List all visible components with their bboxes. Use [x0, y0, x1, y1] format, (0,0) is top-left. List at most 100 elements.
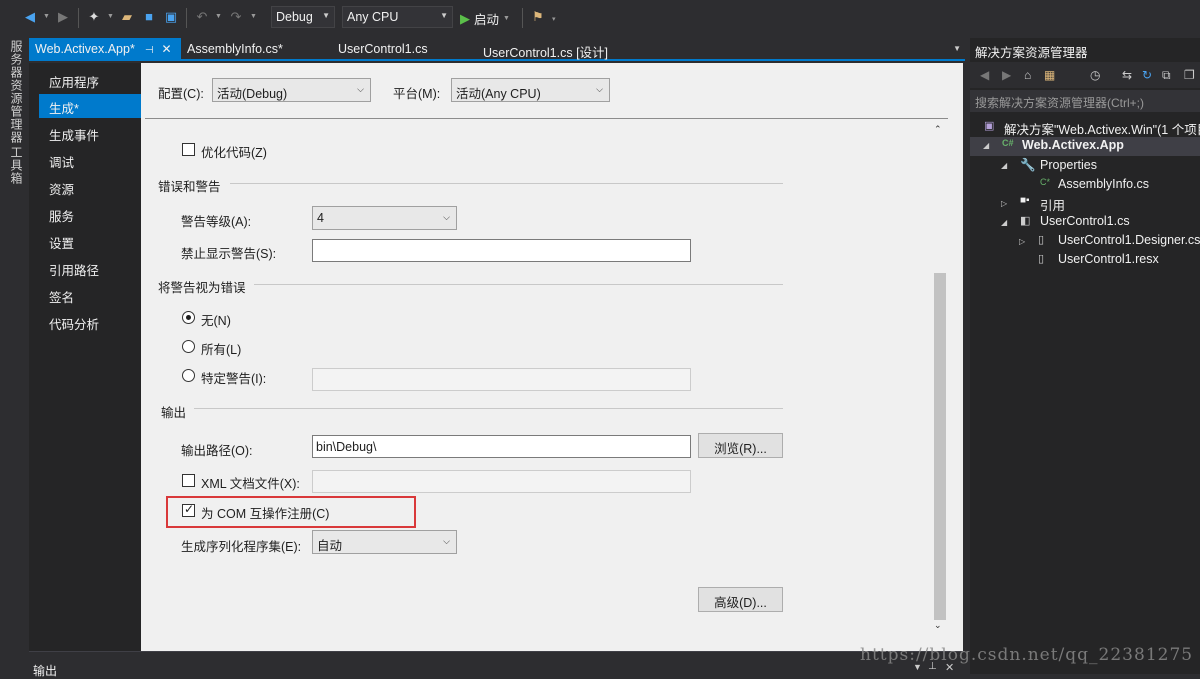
- tree-solution[interactable]: 解决方案"Web.Activex.Win"(1 个项目): [1004, 119, 1200, 138]
- main-toolbar: ◀ ▼ ▶ ✦ ▼ ▰ ■ ▣ ↶ ▼ ↷ ▼ Debug ▼ Any CPU …: [0, 0, 1200, 36]
- content-scrollbar[interactable]: ⌃ ⌄: [931, 120, 948, 640]
- collapsed-arrow-icon[interactable]: ▷: [1019, 237, 1025, 246]
- tree-assemblyinfo[interactable]: AssemblyInfo.cs: [1058, 177, 1149, 191]
- back-icon[interactable]: ◀: [980, 68, 989, 82]
- back-icon[interactable]: ◀: [22, 9, 38, 25]
- output-path-label: 输出路径(O):: [181, 444, 253, 458]
- com-interop-checkbox[interactable]: [182, 502, 195, 517]
- advanced-button[interactable]: 高级(D)...: [698, 587, 783, 612]
- tree-usercontrol1[interactable]: UserControl1.cs: [1040, 214, 1130, 228]
- serialization-select[interactable]: 自动 ⌵: [312, 530, 457, 554]
- solution-search-input[interactable]: 搜索解决方案资源管理器(Ctrl+;): [970, 90, 1200, 112]
- platform-combo[interactable]: Any CPU ▼: [342, 6, 453, 28]
- collapse-all-icon[interactable]: ⧉: [1162, 68, 1171, 83]
- tab-web-activex-app[interactable]: Web.Activex.App* ⊣ ✕: [29, 38, 181, 61]
- solution-icon: ▣: [984, 120, 995, 132]
- csharp-file-icon: C*: [1040, 177, 1051, 187]
- platform-select[interactable]: 活动(Any CPU) ⌵: [451, 78, 610, 102]
- undo-dropdown-icon[interactable]: ▼: [215, 13, 222, 20]
- warning-level-select[interactable]: 4 ⌵: [312, 206, 457, 230]
- nav-item-build[interactable]: 生成*: [39, 94, 151, 118]
- usercontrol-icon: ◧: [1020, 215, 1031, 227]
- browse-button[interactable]: 浏览(R)...: [698, 433, 783, 458]
- redo-dropdown-icon[interactable]: ▼: [250, 13, 257, 20]
- scroll-up-icon[interactable]: ⌃: [934, 124, 942, 135]
- serialization-value: 自动: [317, 539, 343, 553]
- tree-resx[interactable]: UserControl1.resx: [1058, 252, 1159, 266]
- output-path-input[interactable]: bin\Debug\: [312, 435, 691, 458]
- tab-assemblyinfo[interactable]: AssemblyInfo.cs*: [181, 38, 289, 61]
- watermark: https://blog.csdn.net/qq_22381275: [860, 645, 1194, 665]
- nav-item-code-analysis[interactable]: 代码分析: [39, 310, 129, 334]
- optimize-code-checkbox[interactable]: [182, 143, 195, 156]
- pin-icon[interactable]: ⊣: [145, 45, 154, 56]
- config-select[interactable]: 活动(Debug) ⌵: [212, 78, 371, 102]
- forward-icon[interactable]: ▶: [55, 9, 71, 25]
- refresh-icon[interactable]: ↻: [1142, 68, 1152, 82]
- forward-icon[interactable]: ▶: [1002, 68, 1011, 82]
- back-dropdown-icon[interactable]: ▼: [43, 13, 50, 20]
- tab-label: UserControl1.cs [设计]: [483, 46, 609, 60]
- sync-icon[interactable]: ⇆: [1122, 68, 1132, 82]
- suppress-warnings-input[interactable]: [312, 239, 691, 262]
- treat-all-label: 所有(L): [201, 343, 242, 357]
- treat-none-radio[interactable]: [182, 311, 195, 324]
- tab-label: UserControl1.cs: [338, 42, 428, 56]
- configuration-combo[interactable]: Debug ▼: [271, 6, 335, 28]
- redo-icon[interactable]: ↷: [228, 9, 244, 25]
- xml-doc-checkbox[interactable]: [182, 474, 195, 487]
- nav-item-resources[interactable]: 资源: [39, 175, 129, 199]
- com-interop-label: 为 COM 互操作注册(C): [201, 507, 330, 521]
- toolbar-overflow-icon[interactable]: ▾: [552, 15, 556, 23]
- expanded-arrow-icon[interactable]: ◢: [1001, 218, 1007, 227]
- collapsed-arrow-icon[interactable]: ▷: [1001, 199, 1007, 208]
- config-select-value: 活动(Debug): [217, 87, 288, 101]
- start-button[interactable]: ▶ 启动 ▼: [460, 9, 510, 28]
- tree-project-row[interactable]: ◢ C# Web.Activex.App: [970, 137, 1200, 156]
- toolbox-tab[interactable]: 工具箱: [8, 146, 25, 185]
- output-section-title: 输出: [161, 406, 187, 420]
- references-icon: ■▪: [1020, 195, 1030, 206]
- resx-file-icon: ▯: [1038, 253, 1045, 265]
- find-in-files-icon[interactable]: ⚑: [530, 9, 546, 25]
- output-panel-title[interactable]: 输出: [33, 662, 57, 679]
- treat-all-radio[interactable]: [182, 340, 195, 353]
- tab-usercontrol1-design[interactable]: UserControl1.cs [设计]: [477, 38, 614, 61]
- tree-designer[interactable]: UserControl1.Designer.cs: [1058, 233, 1200, 247]
- scroll-thumb[interactable]: [934, 273, 946, 620]
- pending-changes-icon[interactable]: ◷: [1090, 68, 1100, 82]
- close-icon[interactable]: ✕: [162, 42, 172, 56]
- scroll-down-icon[interactable]: ⌄: [934, 620, 942, 631]
- expanded-arrow-icon[interactable]: ◢: [1001, 161, 1007, 170]
- undo-icon[interactable]: ↶: [194, 9, 210, 25]
- new-project-icon[interactable]: ✦: [86, 9, 102, 25]
- new-project-dropdown-icon[interactable]: ▼: [107, 13, 114, 20]
- section-divider: [254, 284, 783, 285]
- nav-item-settings[interactable]: 设置: [39, 229, 129, 253]
- save-icon[interactable]: ■: [141, 9, 157, 25]
- copy-icon[interactable]: ❐: [1184, 68, 1195, 82]
- nav-item-application[interactable]: 应用程序: [39, 68, 129, 92]
- treat-specific-radio[interactable]: [182, 369, 195, 382]
- chevron-down-icon: ▼: [322, 11, 330, 20]
- tree-properties[interactable]: Properties: [1040, 158, 1097, 172]
- home-icon[interactable]: ⌂: [1024, 68, 1031, 82]
- solution-explorer: 解决方案资源管理器 ◀ ▶ ⌂ ▦ ◷ ⇆ ↻ ⧉ ❐ 搜索解决方案资源管理器(…: [970, 38, 1200, 674]
- csharp-project-icon: C#: [1002, 138, 1014, 148]
- nav-item-services[interactable]: 服务: [39, 202, 129, 226]
- nav-item-build-events[interactable]: 生成事件: [39, 121, 129, 145]
- start-dropdown-icon[interactable]: ▼: [503, 15, 510, 22]
- switch-views-icon[interactable]: ▦: [1044, 68, 1055, 82]
- expanded-arrow-icon[interactable]: ◢: [983, 141, 989, 150]
- tab-usercontrol1-cs[interactable]: UserControl1.cs: [332, 38, 434, 61]
- server-explorer-tab[interactable]: 服务器资源管理器: [8, 40, 25, 144]
- open-folder-icon[interactable]: ▰: [119, 9, 135, 25]
- save-all-icon[interactable]: ▣: [163, 9, 179, 25]
- treat-specific-label: 特定警告(I):: [201, 372, 267, 386]
- tree-references[interactable]: 引用: [1040, 195, 1065, 214]
- xml-doc-input: [312, 470, 691, 493]
- nav-item-signing[interactable]: 签名: [39, 283, 129, 307]
- nav-item-debug[interactable]: 调试: [39, 148, 129, 172]
- nav-item-reference-paths[interactable]: 引用路径: [39, 256, 129, 280]
- tab-list-dropdown-icon[interactable]: ▼: [953, 44, 961, 53]
